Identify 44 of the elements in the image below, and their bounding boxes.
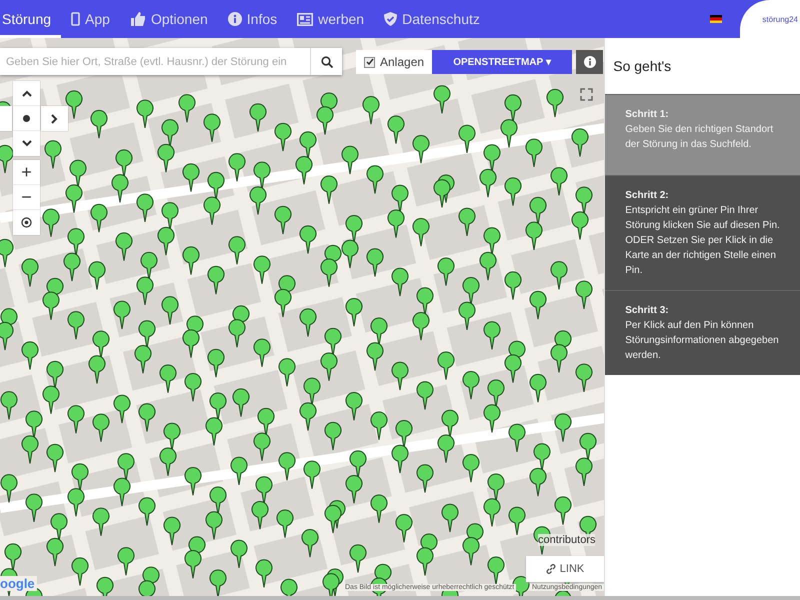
- zoom-out-button[interactable]: −: [13, 185, 40, 210]
- step-text: Per Klick auf den Pin können Störungsinformationen abgegeben werden.: [625, 320, 779, 361]
- google-logo: oogle: [0, 576, 37, 591]
- logo: störung24: [740, 0, 800, 38]
- info-button[interactable]: [576, 50, 603, 74]
- pan-down-button[interactable]: [13, 131, 40, 156]
- map-drawing[interactable]: [0, 38, 604, 596]
- panel-title: So geht's: [612, 57, 672, 76]
- chevron-right-icon: [51, 114, 58, 124]
- search-icon: [320, 56, 332, 68]
- pan-center-button[interactable]: [13, 106, 40, 131]
- zoom-in-button[interactable]: +: [13, 160, 40, 185]
- map-attribution: contributors: [538, 534, 596, 546]
- layers-toggle[interactable]: Anlagen: [356, 50, 432, 74]
- phone-icon: [71, 12, 80, 26]
- map-type-dropdown[interactable]: OPENSTREETMAP ▾: [432, 50, 572, 74]
- nav-tab[interactable]: Störung: [0, 0, 62, 38]
- info-icon: [584, 56, 596, 68]
- info-icon: [228, 12, 242, 26]
- nav-tab[interactable]: werben: [287, 0, 374, 38]
- link-button[interactable]: LINK: [526, 556, 604, 582]
- chevron-up-icon: [22, 90, 32, 97]
- fullscreen-icon[interactable]: [580, 88, 593, 101]
- link-icon: [546, 564, 556, 574]
- nav-tab[interactable]: Datenschutz: [374, 0, 490, 38]
- german-flag-icon[interactable]: [710, 15, 722, 23]
- locate-icon: [21, 217, 32, 228]
- nav-tab[interactable]: Infos: [218, 0, 288, 38]
- thumbs-up-icon: [130, 12, 146, 26]
- nav-tab[interactable]: App: [61, 0, 120, 38]
- step-title: Schritt 1:: [625, 108, 670, 122]
- locate-button[interactable]: [13, 210, 40, 235]
- step-text: Geben Sie den richtigen Standort der Störung in das Suchfeld.: [625, 124, 774, 150]
- pan-right-button[interactable]: [41, 106, 68, 131]
- shield-icon: [384, 12, 398, 26]
- checkbox[interactable]: [364, 56, 375, 68]
- step-title: Schritt 3:: [625, 304, 670, 318]
- nav-tab[interactable]: Optionen: [120, 0, 218, 38]
- pan-up-button[interactable]: [13, 81, 40, 106]
- newspaper-icon: [297, 12, 314, 26]
- step-text: Entspricht ein grüner Pin Ihrer Störung klicken Sie auf diesen Pin. ODER Setzen Sie per Klick in die Karte an der richtigen Stelle einen Pin.: [625, 205, 780, 276]
- step-title: Schritt 2:: [625, 189, 670, 203]
- search-button[interactable]: [310, 48, 342, 75]
- chevron-down-icon: [22, 140, 32, 147]
